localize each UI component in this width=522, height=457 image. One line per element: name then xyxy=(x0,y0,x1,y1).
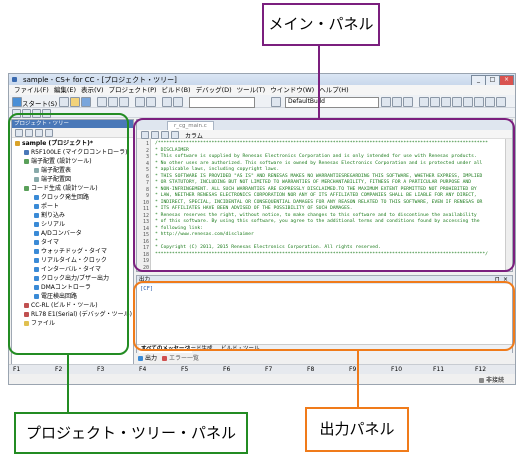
fkey-f2[interactable]: F2 xyxy=(55,366,62,373)
fkey-f5[interactable]: F5 xyxy=(181,366,188,373)
build-project-icon[interactable] xyxy=(381,97,391,107)
output-callout-line xyxy=(357,351,359,407)
undo-icon[interactable] xyxy=(135,97,145,107)
fkey-f4[interactable]: F4 xyxy=(139,366,146,373)
menu-debug[interactable]: デバッグ(D) xyxy=(196,85,232,95)
menu-edit[interactable]: 編集(E) xyxy=(54,85,76,95)
build-icon[interactable] xyxy=(271,97,281,107)
tree-panel-highlight xyxy=(8,113,129,355)
stop-icon[interactable] xyxy=(441,97,451,107)
rebuild-icon[interactable] xyxy=(392,97,402,107)
panel-tabs: 出力 エラー一覧 xyxy=(136,354,513,363)
new-file-icon[interactable] xyxy=(59,97,69,107)
menu-view[interactable]: 表示(V) xyxy=(81,85,104,95)
output-panel-label: 出力パネル xyxy=(305,407,409,452)
tree-callout-line xyxy=(67,355,69,412)
redo-icon[interactable] xyxy=(146,97,156,107)
open-folder-icon[interactable] xyxy=(70,97,80,107)
tree-panel-label: プロジェクト・ツリー・パネル xyxy=(14,412,248,454)
menu-window[interactable]: ウインドウ(W) xyxy=(270,85,314,95)
download-icon[interactable] xyxy=(419,97,429,107)
output-icon xyxy=(138,356,143,361)
copy-icon[interactable] xyxy=(108,97,118,107)
fkey-f6[interactable]: F6 xyxy=(223,366,230,373)
fkey-f9[interactable]: F9 xyxy=(349,366,356,373)
title-bar: sample - CS+ for CC - [プロジェクト・ツリー] _ □ × xyxy=(9,74,515,86)
start-button[interactable]: スタート(S) xyxy=(22,98,57,108)
cut-icon[interactable] xyxy=(97,97,107,107)
fkey-f8[interactable]: F8 xyxy=(307,366,314,373)
menu-project[interactable]: プロジェクト(P) xyxy=(109,85,157,95)
replace-icon[interactable] xyxy=(173,97,183,107)
fkey-f7[interactable]: F7 xyxy=(265,366,272,373)
disconnected-icon xyxy=(479,378,484,383)
tab-error-list[interactable]: エラー一覧 xyxy=(162,354,199,363)
menu-file[interactable]: ファイル(F) xyxy=(14,85,49,95)
main-panel-label: メイン・パネル xyxy=(262,3,380,46)
start-icon[interactable] xyxy=(12,97,22,107)
fkey-f1[interactable]: F1 xyxy=(13,366,20,373)
connect-icon[interactable] xyxy=(496,97,506,107)
step-out-icon[interactable] xyxy=(474,97,484,107)
fkey-f12[interactable]: F12 xyxy=(475,366,486,373)
clean-icon[interactable] xyxy=(403,97,413,107)
fkey-f10[interactable]: F10 xyxy=(391,366,402,373)
window-title: sample - CS+ for CC - [プロジェクト・ツリー] xyxy=(23,76,177,84)
tab-output[interactable]: 出力 xyxy=(138,354,157,363)
status-bar: 非接続 xyxy=(9,374,515,384)
main-callout-line xyxy=(318,46,320,120)
step-in-icon[interactable] xyxy=(452,97,462,107)
menu-bar: ファイル(F) 編集(E) 表示(V) プロジェクト(P) ビルド(B) デバッグ(D) ツ… xyxy=(9,85,515,95)
menu-build[interactable]: ビルド(B) xyxy=(162,85,191,95)
menu-help[interactable]: ヘルプ(H) xyxy=(319,85,348,95)
main-toolbar: スタート(S) DefaultBuild xyxy=(9,95,515,108)
run-icon[interactable] xyxy=(430,97,440,107)
step-over-icon[interactable] xyxy=(463,97,473,107)
function-key-bar: F1 F2 F3 F4 F5 F6 F7 F8 F9 F10 F11 F12 xyxy=(9,364,515,374)
find-icon[interactable] xyxy=(162,97,172,107)
search-combo[interactable] xyxy=(189,97,255,108)
paste-icon[interactable] xyxy=(119,97,129,107)
save-icon[interactable] xyxy=(81,97,91,107)
app-icon xyxy=(12,77,17,82)
error-icon xyxy=(162,356,167,361)
build-config-select[interactable]: DefaultBuild xyxy=(285,97,379,108)
fkey-f3[interactable]: F3 xyxy=(97,366,104,373)
main-panel-highlight xyxy=(133,118,515,272)
reset-icon[interactable] xyxy=(485,97,495,107)
menu-tool[interactable]: ツール(T) xyxy=(237,85,266,95)
output-panel-highlight xyxy=(133,281,515,351)
fkey-f11[interactable]: F11 xyxy=(433,366,444,373)
connection-status: 非接続 xyxy=(479,375,504,384)
